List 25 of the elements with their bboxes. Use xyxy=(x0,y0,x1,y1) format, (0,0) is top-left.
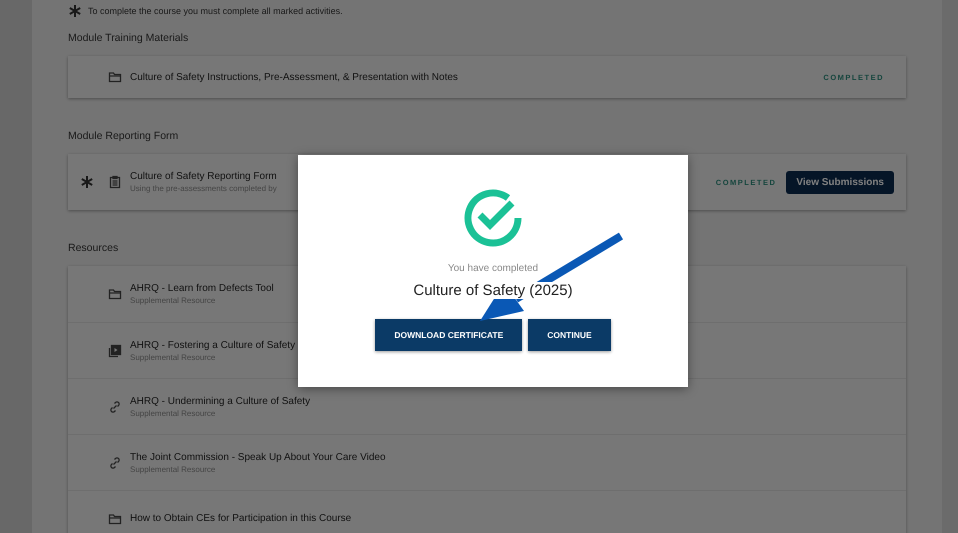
folder-icon xyxy=(108,287,122,301)
folder-icon xyxy=(108,70,122,84)
section-title: Resources xyxy=(68,242,120,254)
activity-title[interactable]: How to Obtain CEs for Participation in this Course xyxy=(130,513,352,524)
activity-title[interactable]: Culture of Safety Instructions, Pre-Assessment, & Presentation with Notes xyxy=(130,72,458,82)
section-title: Module Training Materials xyxy=(68,32,190,44)
asterisk-icon xyxy=(68,4,82,18)
download-button[interactable]: DOWNLOAD CERTIFICATE xyxy=(375,318,522,350)
requirement-note: To complete the course you must complete all marked activities. xyxy=(88,6,343,16)
activity-title[interactable]: Culture of Safety Reporting Form xyxy=(130,171,277,182)
activity-title[interactable]: AHRQ - Undermining a Culture of Safety xyxy=(130,396,310,406)
video-library-icon xyxy=(108,344,122,358)
link-icon xyxy=(108,456,122,470)
activity-title[interactable]: The Joint Commission - Speak Up About Your Care Video xyxy=(130,452,386,462)
section-title: Module Reporting Form xyxy=(68,130,180,142)
link-icon xyxy=(108,400,122,414)
activity-title[interactable]: AHRQ - Learn from Defects Tool xyxy=(130,283,274,294)
dialog-title: Culture of Safety (2025) xyxy=(413,282,573,298)
activity-title[interactable]: AHRQ - Fostering a Culture of Safety xyxy=(130,340,296,350)
asterisk-icon xyxy=(80,175,94,189)
clipboard-icon xyxy=(108,175,122,189)
folder-icon xyxy=(108,512,122,526)
dialog-subtitle: You have completed xyxy=(448,262,538,274)
view-submissions-button[interactable]: View Submissions xyxy=(786,170,894,194)
continue-button[interactable]: CONTINUE xyxy=(528,318,611,350)
